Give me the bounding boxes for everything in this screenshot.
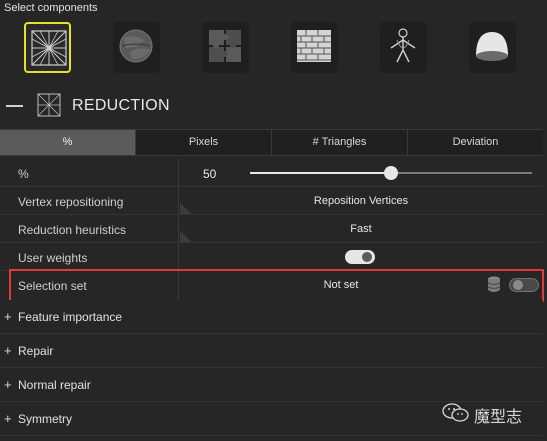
wireframe-mesh-icon [31, 30, 67, 66]
user-weights-row: User weights [0, 243, 543, 271]
section-symmetry-title: Symmetry [18, 412, 72, 426]
puzzle-uv-icon [209, 30, 241, 62]
watermark-text: 魔型志 [474, 409, 523, 426]
expand-plus-icon: + [4, 411, 12, 426]
percent-slider-thumb[interactable] [384, 166, 398, 180]
section-title: REDUCTION [72, 97, 170, 114]
row-divider [178, 159, 179, 186]
reduction-panel: Select components REDUCTION % Pixels # T… [0, 0, 547, 441]
vertex-repositioning-label: Vertex repositioning [18, 195, 124, 209]
vertex-repositioning-row: Vertex repositioning Reposition Vertices [0, 187, 543, 215]
tab-deviation[interactable]: Deviation [408, 130, 543, 155]
component-half-dome[interactable] [469, 22, 516, 73]
watermark: 魔型志 [440, 401, 540, 426]
component-wireframe-mesh[interactable] [24, 22, 71, 73]
expand-plus-icon: + [4, 309, 12, 324]
section-normal-repair-title: Normal repair [18, 378, 91, 392]
section-repair-title: Repair [18, 344, 54, 358]
component-textured-sphere[interactable] [113, 22, 160, 73]
reduction-heuristics-label: Reduction heuristics [18, 223, 127, 237]
percent-value[interactable]: 50 [203, 167, 216, 181]
expand-plus-icon: + [4, 343, 12, 358]
percent-row: % 50 [0, 159, 543, 187]
component-brick-wall[interactable] [291, 22, 338, 73]
section-feature-importance[interactable]: + Feature importance [0, 300, 543, 334]
tab-pixels[interactable]: Pixels [136, 130, 272, 155]
user-weights-toggle[interactable] [345, 250, 375, 264]
tab-percent[interactable]: % [0, 130, 136, 155]
selection-set-highlight [9, 269, 544, 302]
reduction-mode-tabs: % Pixels # Triangles Deviation [0, 129, 543, 156]
reduction-heuristics-row: Reduction heuristics Fast [0, 215, 543, 243]
half-dome-icon [476, 32, 508, 61]
expand-plus-icon: + [4, 377, 12, 392]
section-normal-repair[interactable]: + Normal repair [0, 368, 543, 402]
component-skeleton-rig[interactable] [380, 22, 427, 73]
component-selector [0, 22, 547, 78]
wechat-icon [442, 403, 469, 422]
percent-label: % [18, 167, 29, 181]
skeleton-rig-icon [390, 28, 416, 63]
component-puzzle-uv[interactable] [202, 22, 249, 73]
percent-slider[interactable] [250, 166, 532, 180]
user-weights-label: User weights [18, 251, 88, 265]
toggle-knob [362, 252, 372, 262]
collapse-section-button[interactable] [6, 98, 24, 114]
tab-triangles[interactable]: # Triangles [272, 130, 408, 155]
textured-sphere-icon [119, 29, 153, 63]
components-label: Select components [4, 2, 98, 14]
vertex-repositioning-select[interactable]: Reposition Vertices [179, 195, 543, 207]
brick-wall-icon [297, 30, 331, 62]
percent-slider-fill [250, 172, 391, 174]
wireframe-mesh-icon [37, 93, 61, 117]
section-repair[interactable]: + Repair [0, 334, 543, 368]
reduction-section-header: REDUCTION [0, 88, 547, 124]
reduction-heuristics-select[interactable]: Fast [179, 223, 543, 235]
section-feature-importance-title: Feature importance [18, 310, 123, 324]
row-divider [178, 243, 179, 270]
